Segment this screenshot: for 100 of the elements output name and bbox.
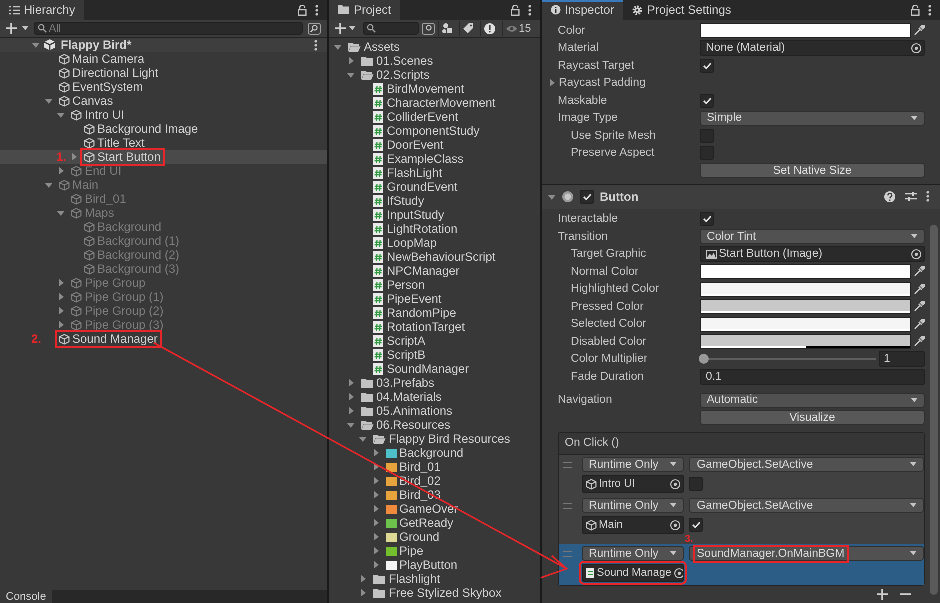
checkbox[interactable] [689,518,703,532]
caret-down-icon[interactable] [670,462,677,467]
caret-right-icon[interactable] [70,153,78,161]
add-icon[interactable] [335,23,346,34]
drag-handle-icon[interactable] [563,462,572,468]
tree-item[interactable]: LightRotation [329,222,540,236]
eyedropper-icon[interactable] [914,25,925,36]
tree-item[interactable]: CharacterMovement [329,96,540,110]
scrollbar[interactable] [930,225,938,595]
dropdown[interactable]: GameObject.SetActive [689,457,924,472]
tree-item[interactable]: IfStudy [329,194,540,208]
tree-item[interactable]: 01.Scenes [329,54,540,68]
checkbox[interactable] [700,94,714,108]
checkbox[interactable] [700,212,714,226]
sliders-icon[interactable] [905,191,917,202]
caret-down-icon[interactable] [911,234,918,240]
tree-item[interactable]: EventSystem [0,80,327,94]
caret-right-icon[interactable] [372,561,380,569]
tree-item[interactable]: Person [329,278,540,292]
object-field[interactable]: Main [582,516,684,534]
tree-item[interactable]: PipeEvent [329,292,540,306]
caret-right-icon[interactable] [372,449,380,457]
dropdown[interactable]: Color Tint [700,229,925,244]
event-entry[interactable]: Runtime Only SoundManager.OnMainBGM Sound Manage [559,544,924,584]
add-icon[interactable] [6,23,17,34]
menu-icon[interactable] [926,191,930,202]
object-field[interactable]: Start Button (Image) [700,246,925,262]
tree-item[interactable]: LoopMap [329,236,540,250]
search-field[interactable] [363,22,419,35]
add-icon[interactable] [877,588,888,600]
warning-icon[interactable] [484,22,496,34]
tree-item[interactable]: 06.Resources [329,418,540,432]
caret-right-icon[interactable] [372,505,380,513]
object-field[interactable]: Sound Manage [582,564,684,582]
tree-item[interactable]: 02.Scripts [329,68,540,82]
menu-icon[interactable] [314,40,318,50]
object-picker-icon[interactable] [911,248,922,260]
inspector-tab[interactable]: Inspector [542,0,624,20]
tree-item[interactable]: GroundEvent [329,180,540,194]
caret-right-icon[interactable] [548,79,556,88]
event-entry[interactable]: Runtime Only GameObject.SetActive Main [559,496,924,536]
color-field[interactable] [700,334,911,350]
caret-down-icon[interactable] [57,111,65,119]
eyedropper-icon[interactable] [914,266,925,278]
caret-down-icon[interactable] [349,26,356,31]
caret-right-icon[interactable] [346,407,354,415]
caret-right-icon[interactable] [372,491,380,499]
tree-item[interactable]: BirdMovement [329,82,540,96]
tree-item[interactable]: Flappy Bird Resources [329,432,540,446]
caret-right-icon[interactable] [372,463,380,471]
checkbox[interactable] [700,58,714,73]
eye-icon[interactable] [506,24,518,32]
project-tab[interactable]: Project [329,0,400,20]
dropdown[interactable]: Runtime Only [582,546,684,561]
tree-item[interactable]: GetReady [329,516,540,530]
scene-item[interactable]: Flappy Bird* [0,38,327,52]
caret-right-icon[interactable] [346,393,354,401]
dropdown[interactable]: Automatic [700,392,925,408]
shapes-icon[interactable] [442,23,453,34]
object-picker-icon[interactable] [911,42,922,54]
dropdown[interactable]: GameObject.SetActive [689,498,924,513]
tree-item[interactable]: InputStudy [329,208,540,222]
eyedropper-icon[interactable] [914,301,925,312]
caret-right-icon[interactable] [372,519,380,527]
hierarchy-tab[interactable]: Hierarchy [0,0,84,20]
caret-down-icon[interactable] [670,503,677,508]
action-button[interactable]: Visualize [700,410,925,426]
tree-item[interactable]: 03.Prefabs [329,376,540,390]
scene-search-icon[interactable] [422,22,435,34]
caret-down-icon[interactable] [346,421,354,429]
drag-handle-icon[interactable] [563,550,572,556]
tree-item[interactable]: RandomPipe [329,306,540,320]
dropdown[interactable]: Runtime Only [582,457,684,472]
number-field[interactable]: 0.1 [700,368,925,385]
eyedropper-icon[interactable] [914,284,925,295]
tree-item[interactable]: ExampleClass [329,152,540,166]
event-entry[interactable]: Runtime Only GameObject.SetActive Intro UI [559,454,924,496]
caret-down-icon[interactable] [22,26,29,31]
tag-icon[interactable] [463,23,474,34]
menu-icon[interactable] [928,4,932,16]
eyedropper-icon[interactable] [914,336,925,348]
caret-down-icon[interactable] [44,97,52,105]
tree-item[interactable]: Canvas [0,94,327,108]
object-field[interactable]: None (Material) [700,40,925,56]
tree-item[interactable]: RotationTarget [329,320,540,334]
tree-item[interactable]: GameOver [329,502,540,516]
dropdown[interactable]: SoundManager.OnMainBGM [689,546,924,561]
tree-item[interactable]: NPCManager [329,264,540,278]
dropdown[interactable]: Simple [700,110,925,126]
drag-handle-icon[interactable] [563,502,572,508]
caret-down-icon[interactable] [32,41,40,49]
color-field[interactable] [700,23,911,38]
tree-item[interactable]: FlashLight [329,166,540,180]
tree-item[interactable]: Assets [329,40,540,54]
color-field[interactable] [700,264,911,280]
tree-item[interactable]: NewBehaviourScript [329,250,540,264]
scene-search-icon[interactable] [308,22,321,34]
slider[interactable] [700,353,876,366]
tree-item[interactable]: ScriptB [329,348,540,362]
lock-icon[interactable] [298,4,307,16]
